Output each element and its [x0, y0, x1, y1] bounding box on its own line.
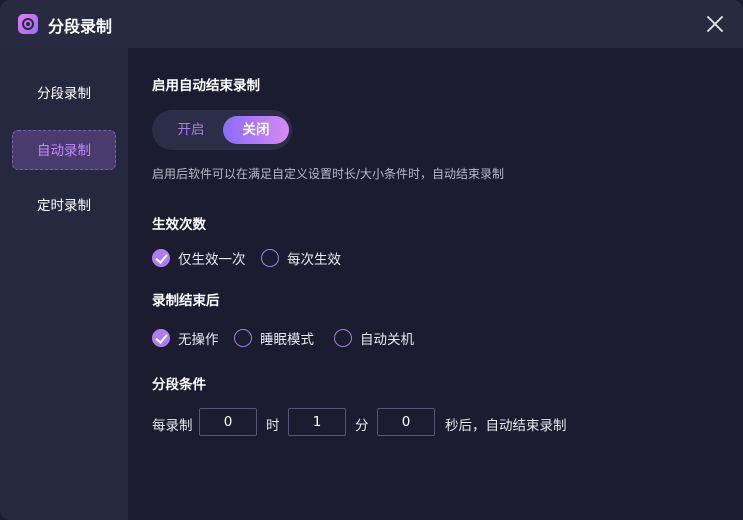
radio-unchecked-icon: [261, 249, 279, 267]
minutes-input[interactable]: [288, 408, 346, 436]
title-bar: 分段录制: [0, 0, 743, 48]
close-icon: [707, 16, 723, 32]
effect-times-title: 生效次数: [152, 217, 206, 233]
sidebar-item-timer-record[interactable]: 定时录制: [12, 186, 116, 226]
minute-unit-label: 分: [355, 418, 369, 434]
after-record-title: 录制结束后: [152, 293, 220, 309]
radio-unchecked-icon: [234, 329, 252, 347]
radio-sleep-mode-label: 睡眠模式: [260, 332, 314, 348]
segment-prefix-label: 每录制: [152, 418, 193, 434]
radio-every-time[interactable]: 每次生效: [261, 247, 341, 269]
hour-unit-label: 时: [266, 418, 280, 434]
radio-once[interactable]: 仅生效一次: [152, 247, 246, 269]
dialog-window: 分段录制 分段录制 自动录制 定时录制 启用自动结束录制 开启 关闭 启用后软件…: [0, 0, 743, 520]
sidebar-item-auto-record[interactable]: 自动录制: [12, 130, 116, 170]
close-button[interactable]: [701, 10, 729, 38]
auto-end-toggle: 开启 关闭: [152, 110, 292, 150]
app-logo-icon: [18, 14, 38, 34]
radio-auto-shutdown[interactable]: 自动关机: [334, 327, 414, 349]
hours-input[interactable]: [199, 408, 257, 436]
segment-suffix-label: 秒后，自动结束录制: [445, 418, 567, 434]
sidebar-item-segment-record[interactable]: 分段录制: [12, 74, 116, 114]
radio-checked-icon: [152, 329, 170, 347]
radio-no-action-label: 无操作: [178, 332, 219, 348]
radio-sleep-mode[interactable]: 睡眠模式: [234, 327, 314, 349]
radio-every-time-label: 每次生效: [287, 252, 341, 268]
sidebar: 分段录制 自动录制 定时录制: [0, 48, 128, 520]
segment-condition-title: 分段条件: [152, 377, 206, 393]
main-content: 启用自动结束录制 开启 关闭 启用后软件可以在满足自定义设置时长/大小条件时，自…: [128, 48, 743, 520]
seconds-input[interactable]: [377, 408, 435, 436]
auto-end-hint: 启用后软件可以在满足自定义设置时长/大小条件时，自动结束录制: [152, 167, 505, 181]
radio-unchecked-icon: [334, 329, 352, 347]
radio-once-label: 仅生效一次: [178, 252, 246, 268]
auto-end-title: 启用自动结束录制: [152, 78, 260, 94]
radio-no-action[interactable]: 无操作: [152, 327, 219, 349]
radio-auto-shutdown-label: 自动关机: [360, 332, 414, 348]
toggle-on-option[interactable]: 开启: [158, 116, 224, 144]
radio-checked-icon: [152, 249, 170, 267]
toggle-off-option[interactable]: 关闭: [223, 116, 289, 144]
window-title: 分段录制: [48, 17, 113, 36]
